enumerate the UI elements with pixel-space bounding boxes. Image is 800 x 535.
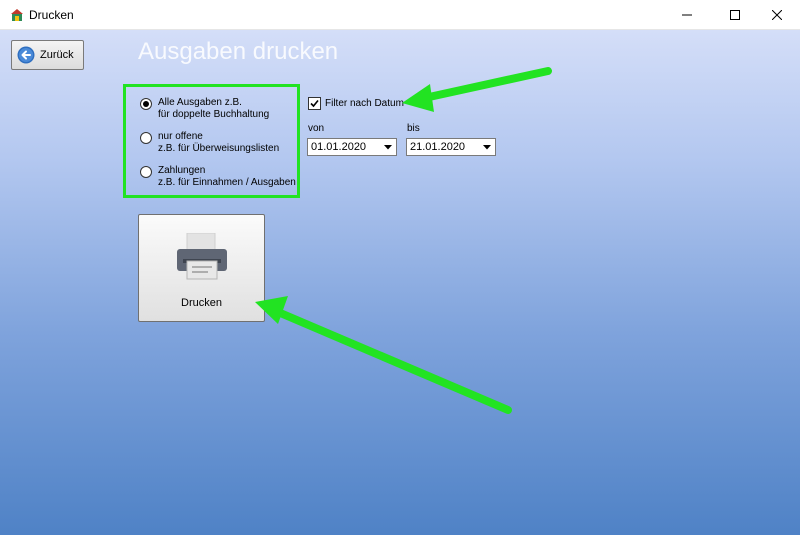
radio-option-all-line2: für doppelte Buchhaltung	[158, 109, 270, 120]
print-button[interactable]: Drucken	[138, 214, 265, 322]
radio-option-payments[interactable]: Zahlungen z.B. für Einnahmen / Ausgaben	[140, 165, 296, 189]
chevron-down-icon[interactable]	[380, 139, 396, 155]
radio-button[interactable]	[140, 166, 152, 178]
window-title: Drucken	[29, 8, 74, 22]
radio-option-all-line1: Alle Ausgaben z.B.	[158, 97, 242, 108]
date-from-label: von	[308, 123, 325, 134]
print-scope-radio-group: Alle Ausgaben z.B. für doppelte Buchhalt…	[123, 84, 300, 198]
back-button[interactable]: Zurück	[11, 40, 84, 70]
print-button-label: Drucken	[181, 297, 222, 309]
radio-option-open-line2: z.B. für Überweisungslisten	[158, 143, 280, 154]
date-from-picker[interactable]: 01.01.2020	[307, 138, 397, 156]
maximize-button[interactable]	[712, 0, 758, 30]
filter-by-date-label: Filter nach Datum	[325, 98, 404, 109]
date-from-value: 01.01.2020	[311, 141, 367, 153]
minimize-icon	[682, 14, 692, 16]
radio-option-payments-line2: z.B. für Einnahmen / Ausgaben	[158, 177, 296, 188]
checkbox-box[interactable]	[308, 97, 321, 110]
radio-option-payments-line1: Zahlungen	[158, 165, 206, 176]
title-bar: Drucken	[0, 0, 800, 30]
house-icon	[11, 9, 23, 21]
date-to-label: bis	[407, 123, 420, 134]
radio-option-open-line1: nur offene	[158, 131, 203, 142]
close-button[interactable]	[754, 0, 800, 30]
radio-option-open[interactable]: nur offene z.B. für Überweisungslisten	[140, 131, 279, 155]
minimize-button[interactable]	[664, 0, 710, 30]
radio-button[interactable]	[140, 132, 152, 144]
date-to-picker[interactable]: 21.01.2020	[406, 138, 496, 156]
printer-icon	[177, 233, 227, 280]
date-to-value: 21.01.2020	[410, 141, 466, 153]
radio-option-all[interactable]: Alle Ausgaben z.B. für doppelte Buchhalt…	[140, 97, 269, 121]
main-panel: Zurück Ausgaben drucken Alle Ausgaben z.…	[0, 30, 800, 535]
close-icon	[772, 10, 782, 20]
back-arrow-icon	[17, 46, 35, 64]
checkmark-icon	[310, 99, 319, 108]
page-title: Ausgaben drucken	[138, 38, 339, 65]
radio-button-checked[interactable]	[140, 98, 152, 110]
back-button-label: Zurück	[40, 49, 74, 61]
maximize-icon	[730, 10, 740, 20]
filter-by-date-checkbox[interactable]: Filter nach Datum	[308, 97, 404, 110]
chevron-down-icon[interactable]	[479, 139, 495, 155]
